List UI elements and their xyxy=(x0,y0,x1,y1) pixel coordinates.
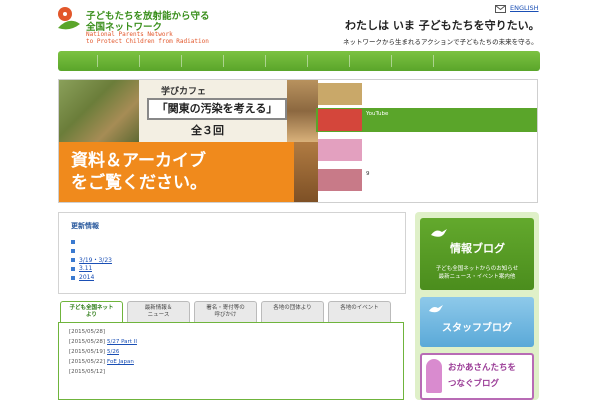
tab-network[interactable]: 子ども全国ネット より xyxy=(60,301,123,323)
site-subtagline: ネットワークから生まれるアクションで子どもたちの未来を守る。 xyxy=(343,38,538,46)
tab-label: 各地のイベント xyxy=(340,305,379,311)
tab-petitions[interactable]: 署名・寄付等の 呼びかけ xyxy=(194,301,257,323)
slide-thumbnail xyxy=(318,169,362,191)
bird-icon xyxy=(429,305,443,313)
news-link[interactable]: 3.11 xyxy=(79,265,92,272)
tab-label: 署名・寄付等の 呼びかけ xyxy=(206,305,245,318)
item-link[interactable]: FoE Japan xyxy=(107,359,134,365)
nav-item-1[interactable] xyxy=(62,55,98,67)
banner-kids-photo xyxy=(287,80,318,142)
site-logo[interactable]: 子どもたちを放射能から守る 全国ネットワーク National Parents … xyxy=(56,6,256,46)
list-item[interactable]: [2015/05/22] FoE Japan xyxy=(69,357,403,367)
tab-label: 子ども全国ネット より xyxy=(69,305,114,318)
news-tabs: 子ども全国ネット より 最新情報＆ ニュース 署名・寄付等の 呼びかけ 各地の団… xyxy=(60,301,396,323)
news-title: 更新情報 xyxy=(71,222,99,230)
slide-thumbnail xyxy=(318,83,362,105)
mother-figure-icon xyxy=(426,359,442,393)
bullet-icon xyxy=(71,248,75,253)
banner-mid-photo xyxy=(294,142,318,202)
tab-label: 最新情報＆ ニュース xyxy=(144,305,173,318)
site-tagline: わたしは いま 子どもたちを守りたい。 xyxy=(345,19,540,32)
nav-item-2[interactable] xyxy=(104,55,140,67)
news-item[interactable] xyxy=(71,237,405,246)
banner-slide-item[interactable] xyxy=(316,138,537,162)
banner-cafe-title: 学びカフェ xyxy=(161,87,207,97)
nav-item-3[interactable] xyxy=(146,55,182,67)
news-item[interactable]: 3/19・3/23 xyxy=(71,255,405,264)
nav-item-9[interactable] xyxy=(398,55,434,67)
logo-english-line2: to Protect Children from Radiation xyxy=(86,38,209,45)
item-date: [2015/05/12] xyxy=(69,369,105,375)
english-link[interactable]: ENGLISH xyxy=(510,4,539,12)
item-link[interactable]: 5/26 xyxy=(107,349,119,355)
header: 子どもたちを放射能から守る 全国ネットワーク National Parents … xyxy=(0,0,600,50)
tab-label: 各地の団体より xyxy=(273,305,312,311)
banner-cafe-headline: 「関東の汚染を考える」 xyxy=(147,98,287,120)
tab-local-events[interactable]: 各地のイベント xyxy=(328,301,391,323)
staff-blog-title: スタッフブログ xyxy=(442,323,512,334)
news-box: 更新情報 3/19・3/23 3.11 2014 xyxy=(58,212,406,294)
banner-slide-list: YouTube 9 xyxy=(316,80,537,202)
info-blog-subtitle1: 子ども全国ネットからのお知らせ xyxy=(435,266,519,272)
news-item[interactable]: 2014 xyxy=(71,273,405,282)
info-blog-title: 情報ブログ xyxy=(450,242,505,255)
main-nav xyxy=(58,51,540,71)
list-item[interactable]: [2015/05/12] xyxy=(69,367,403,377)
bullet-icon xyxy=(71,275,75,280)
tab-latest-news[interactable]: 最新情報＆ ニュース xyxy=(127,301,190,323)
item-date: [2015/05/28] xyxy=(69,339,105,345)
banner-cafe-round: 全３回 xyxy=(191,124,224,137)
bullet-icon xyxy=(71,239,75,244)
banner-slide-item-active[interactable]: YouTube xyxy=(316,108,537,132)
banner-archive-line2: をご覧ください。 xyxy=(71,173,207,193)
bird-leaf-icon xyxy=(58,7,80,30)
nav-item-8[interactable] xyxy=(356,55,392,67)
mothers-blog-line1: おかあさんたちを xyxy=(448,363,517,373)
nav-item-7[interactable] xyxy=(314,55,350,67)
slide-thumbnail xyxy=(318,139,362,161)
bullet-icon xyxy=(71,266,75,271)
feature-banner[interactable]: 学びカフェ 「関東の汚染を考える」 全３回 資料＆アーカイブ をご覧ください。 … xyxy=(58,79,538,203)
slide-text: YouTube xyxy=(366,111,389,117)
sidebar: 情報ブログ 子ども全国ネットからのお知らせ 最新ニュース・イベント案内他 スタッ… xyxy=(415,212,539,400)
item-date: [2015/05/28] xyxy=(69,329,105,335)
mail-icon[interactable] xyxy=(495,5,506,13)
mothers-blog-banner[interactable]: おかあさんたちを つなぐブログ xyxy=(420,353,534,400)
slide-thumbnail xyxy=(318,109,362,131)
bullet-icon xyxy=(71,257,75,262)
item-link[interactable]: 5/27 Part II xyxy=(107,339,137,345)
nav-item-4[interactable] xyxy=(188,55,224,67)
list-item[interactable]: [2015/05/28] xyxy=(69,327,403,337)
news-item[interactable] xyxy=(71,246,405,255)
banner-archive-line1: 資料＆アーカイブ xyxy=(71,151,206,171)
tab-local-groups[interactable]: 各地の団体より xyxy=(261,301,324,323)
banner-slide-item[interactable]: 9 xyxy=(316,168,537,192)
news-link[interactable]: 3/19・3/23 xyxy=(79,255,112,264)
banner-archive-panel: 資料＆アーカイブ をご覧ください。 xyxy=(59,142,294,202)
news-item[interactable]: 3.11 xyxy=(71,264,405,273)
nav-item-6[interactable] xyxy=(272,55,308,67)
list-item[interactable]: [2015/05/19] 5/26 xyxy=(69,347,403,357)
item-date: [2015/05/19] xyxy=(69,349,105,355)
item-date: [2015/05/22] xyxy=(69,359,105,365)
tab-content-panel: [2015/05/28] [2015/05/28] 5/27 Part II [2… xyxy=(58,322,404,400)
mothers-blog-line2: つなぐブログ xyxy=(448,379,500,389)
info-blog-subtitle2: 最新ニュース・イベント案内他 xyxy=(438,274,516,280)
news-link[interactable]: 2014 xyxy=(79,274,94,281)
banner-slide-item[interactable] xyxy=(316,82,537,106)
bird-icon xyxy=(431,229,447,237)
banner-photo xyxy=(59,80,139,142)
logo-english-line1: National Parents Network xyxy=(86,31,173,38)
info-blog-banner[interactable]: 情報ブログ 子ども全国ネットからのお知らせ 最新ニュース・イベント案内他 xyxy=(420,218,534,290)
staff-blog-banner[interactable]: スタッフブログ xyxy=(420,297,534,347)
nav-item-5[interactable] xyxy=(230,55,266,67)
list-item[interactable]: [2015/05/28] 5/27 Part II xyxy=(69,337,403,347)
slide-text: 9 xyxy=(366,171,370,177)
